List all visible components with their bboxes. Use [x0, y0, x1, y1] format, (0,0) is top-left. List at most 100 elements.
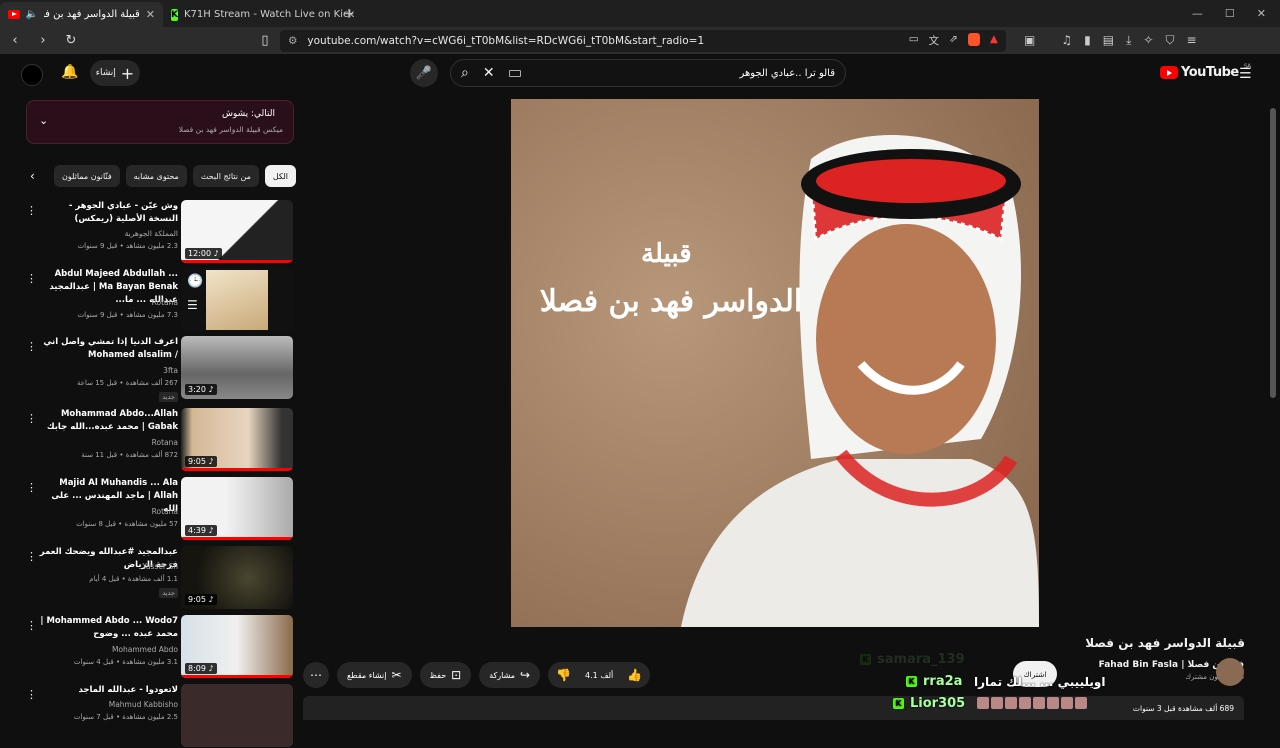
more-options-icon[interactable]: ⋮ — [26, 272, 37, 285]
list-item[interactable]: 4:39 ♪ Majid Al Muhandis ... Ala Allah |… — [26, 477, 296, 541]
brave-shield-icon[interactable] — [967, 33, 980, 46]
share-icon[interactable]: ⇗ — [949, 33, 958, 48]
more-options-icon[interactable]: ⋮ — [26, 619, 37, 632]
leo-icon[interactable]: ✧ — [1143, 33, 1153, 48]
notifications-bell-icon[interactable]: 🔔 — [60, 64, 80, 84]
channel-name[interactable]: Yasser Sh — [142, 562, 178, 571]
more-options-icon[interactable]: ⋮ — [26, 688, 37, 701]
tab-kick[interactable]: K K71H Stream - Watch Live on Kick — [163, 2, 354, 27]
more-options-icon[interactable]: ⋮ — [26, 412, 37, 425]
list-item[interactable]: 🕒 ☰ Abdul Majeed Abdullah ... Ma Bayan B… — [26, 268, 296, 332]
download-icon[interactable]: ⤓ — [1126, 33, 1131, 48]
account-avatar[interactable] — [21, 64, 43, 86]
chevron-left-icon[interactable]: ‹ — [30, 169, 35, 183]
video-thumbnail[interactable]: 9:05 ♪ — [181, 546, 293, 609]
speaker-icon[interactable]: 🔈 — [26, 9, 38, 20]
list-item[interactable]: 9:05 ♪ Mohammad Abdo...Allah Gabak | محم… — [26, 408, 296, 472]
voice-search-icon[interactable]: 🎤 — [410, 59, 438, 87]
kick-badge-icon: K — [893, 698, 904, 709]
video-title[interactable]: وش عيّن - عبادي الجوهر - النسخة الأصلية … — [38, 200, 178, 226]
channel-name[interactable]: Rotana — [152, 298, 178, 307]
more-options-icon[interactable]: ⋮ — [26, 550, 37, 563]
share-button[interactable]: مشاركة ↪ — [479, 662, 541, 688]
video-thumbnail[interactable]: 3:20 ♪ — [181, 336, 293, 399]
list-item[interactable]: 9:05 ♪ عبدالمجيد #عبدالله ويضحك العمر فر… — [26, 546, 296, 610]
close-window-icon[interactable]: ✕ — [1257, 7, 1266, 20]
guide-menu-icon[interactable]: ☰ — [1239, 66, 1253, 82]
bookmark-icon[interactable]: ▯ — [256, 33, 274, 48]
page-scrollbar[interactable] — [1270, 108, 1276, 398]
list-item[interactable]: 12:00 ♪ وش عيّن - عبادي الجوهر - النسخة … — [26, 200, 296, 264]
description-box[interactable]: 689 ألف مشاهدة قبل 3 سنوات — [303, 696, 1244, 720]
back-icon[interactable]: ‹ — [6, 33, 24, 48]
chevron-down-icon[interactable]: ⌄ — [39, 114, 48, 127]
tab-youtube[interactable]: 🔈 قبيلة الدواسر فهد بن فصلا - ✕ — [0, 2, 163, 27]
video-title[interactable]: Mohammed Abdo ... Wodo7 | محمد عبده ... … — [38, 615, 178, 641]
mix-panel-header[interactable]: التالي: يشوش ميكس قبيلة الدواسر فهد بن ف… — [26, 100, 294, 144]
maximize-icon[interactable]: ☐ — [1225, 7, 1235, 20]
browser-tab-bar: 🔈 قبيلة الدواسر فهد بن فصلا - ✕ K K71H S… — [0, 0, 1280, 27]
tab-title: قبيلة الدواسر فهد بن فصلا - — [44, 9, 140, 20]
more-options-icon[interactable]: ⋮ — [26, 204, 37, 217]
forward-icon[interactable]: › — [34, 33, 52, 48]
video-thumbnail[interactable] — [181, 684, 293, 747]
dislike-icon[interactable]: 👎 — [556, 668, 571, 682]
channel-avatar[interactable] — [1216, 658, 1244, 686]
more-actions-button[interactable]: ⋯ — [303, 662, 329, 688]
chip-similar-artists[interactable]: فنّانون مماثلون — [53, 165, 120, 187]
list-item[interactable]: لاتعودوا - عبدالله الماجد Mahmud Kabbish… — [26, 684, 296, 748]
keyboard-icon[interactable] — [508, 69, 521, 77]
add-to-queue-icon[interactable]: ☰ — [187, 298, 198, 312]
cast-icon[interactable]: ▭ — [909, 33, 919, 48]
chat-username: Lior305 — [910, 696, 966, 711]
search-input[interactable]: قالو ترا ..عبادي الجوهر — [739, 68, 835, 79]
video-thumbnail[interactable]: 9:05 ♪ — [181, 408, 293, 471]
channel-name[interactable]: Mahmud Kabbisho — [109, 700, 178, 709]
video-thumbnail[interactable]: 4:39 ♪ — [181, 477, 293, 540]
url-field[interactable]: ⚙ youtube.com/watch?v=cWG6i_tT0bM&list=R… — [280, 29, 1006, 52]
search-box[interactable]: ⌕ ✕ قالو ترا ..عبادي الجوهر — [450, 59, 846, 87]
music-icon[interactable]: ♫ — [1061, 33, 1072, 48]
wallet-icon[interactable]: ▤ — [1103, 33, 1114, 48]
minimize-icon[interactable]: — — [1192, 7, 1203, 20]
channel-name[interactable]: 3fta — [163, 366, 178, 375]
create-button[interactable]: إنشاء + — [90, 60, 140, 86]
like-icon[interactable]: 👍 — [627, 668, 642, 682]
more-options-icon[interactable]: ⋮ — [26, 481, 37, 494]
chip-all[interactable]: الكل — [264, 165, 296, 187]
list-item[interactable]: 8:09 ♪ Mohammed Abdo ... Wodo7 | محمد عب… — [26, 615, 296, 679]
youtube-logo[interactable]: YouTube SA — [1160, 63, 1251, 80]
chip-from-search[interactable]: من نتائج البحث — [192, 165, 259, 187]
video-title[interactable]: لاتعودوا - عبدالله الماجد — [38, 684, 178, 697]
video-title[interactable]: اعرف الدنيا إذا تمشي واصل اني / Mohamed … — [38, 336, 178, 362]
video-player[interactable]: قبيلة الدواسر فهد بن فصلا — [511, 99, 1039, 627]
menu-icon[interactable]: ≡ — [1186, 33, 1196, 48]
channel-name[interactable]: Mohammed Abdo — [112, 645, 178, 654]
reload-icon[interactable]: ↻ — [62, 33, 80, 48]
reading-icon[interactable]: ▮ — [1084, 33, 1091, 48]
video-frame — [511, 99, 1039, 627]
clip-button[interactable]: إنشاء مقطع ✂ — [337, 662, 412, 688]
search-icon[interactable]: ⌕ — [461, 65, 469, 81]
channel-name[interactable]: المملكة الجوهرية — [125, 229, 178, 238]
chip-related[interactable]: محتوى مشابه — [125, 165, 187, 187]
clear-search-icon[interactable]: ✕ — [483, 65, 495, 81]
site-info-icon[interactable]: ⚙ — [288, 35, 297, 47]
vpn-icon[interactable]: ⛉ — [1165, 33, 1174, 48]
channel-name[interactable]: Rotana — [152, 507, 178, 516]
list-item[interactable]: 3:20 ♪ اعرف الدنيا إذا تمشي واصل اني / M… — [26, 336, 296, 402]
more-options-icon[interactable]: ⋮ — [26, 340, 37, 353]
watch-progress-bar — [181, 468, 293, 471]
channel-name[interactable]: Rotana — [152, 438, 178, 447]
video-title[interactable]: Mohammad Abdo...Allah Gabak | محمد عبده.… — [38, 408, 178, 434]
close-tab-icon[interactable]: ✕ — [146, 8, 155, 21]
translate-icon[interactable]: 文 — [929, 33, 940, 48]
video-thumbnail[interactable]: 8:09 ♪ — [181, 615, 293, 678]
video-thumbnail[interactable]: 🕒 ☰ — [181, 268, 293, 331]
video-thumbnail[interactable]: 12:00 ♪ — [181, 200, 293, 263]
save-button[interactable]: حفظ ⊡ — [419, 662, 472, 688]
sidebar-icon[interactable]: ▣ — [1024, 33, 1035, 48]
rewards-icon[interactable]: ▲ — [990, 33, 998, 48]
video-overlay-text-line1: قبيلة — [641, 239, 692, 269]
clock-icon[interactable]: 🕒 — [187, 274, 203, 289]
